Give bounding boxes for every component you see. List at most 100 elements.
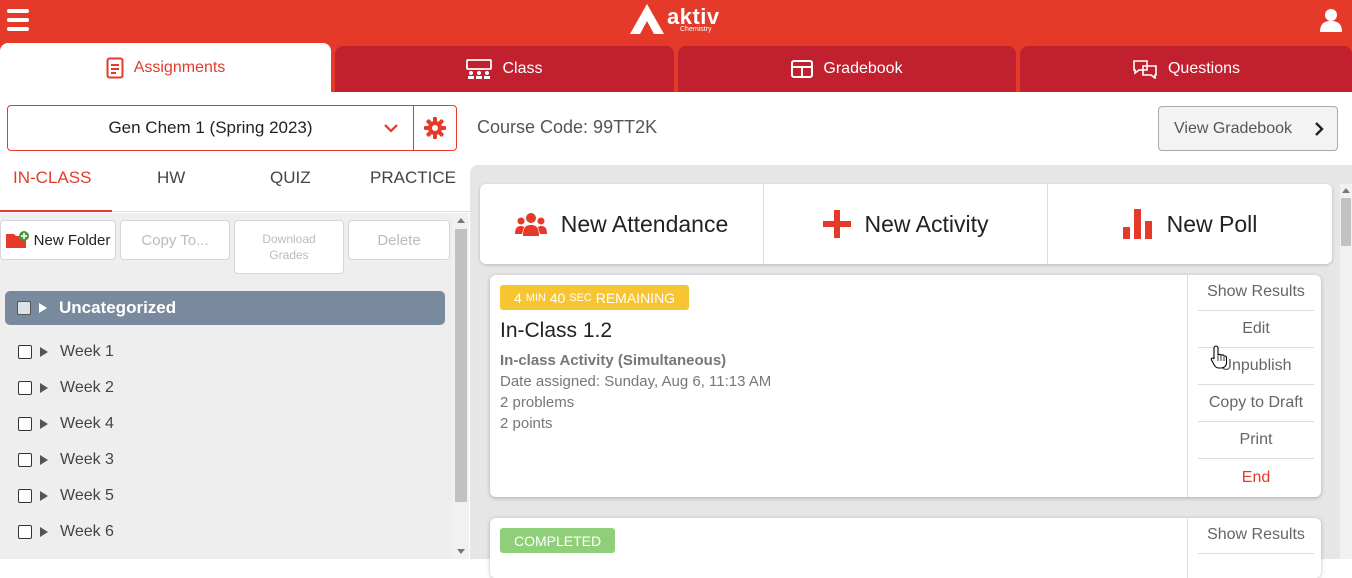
document-icon bbox=[106, 57, 124, 78]
folder-checkbox[interactable] bbox=[18, 345, 32, 359]
expand-arrow-icon[interactable] bbox=[40, 419, 48, 429]
new-attendance-label: New Attendance bbox=[560, 210, 729, 237]
expand-arrow-icon[interactable] bbox=[40, 491, 48, 501]
assignment-type-tabs: IN-CLASS HW QUIZ PRACTICE bbox=[0, 160, 470, 212]
course-select[interactable]: Gen Chem 1 (Spring 2023) bbox=[7, 105, 414, 151]
folder-name: Week 4 bbox=[60, 415, 114, 432]
new-poll-label: New Poll bbox=[1166, 210, 1258, 237]
expand-arrow-icon[interactable] bbox=[40, 383, 48, 393]
folder-checkbox[interactable] bbox=[18, 381, 32, 395]
subtab-in-class[interactable]: IN-CLASS bbox=[13, 168, 91, 188]
folder-name: Week 2 bbox=[60, 379, 114, 396]
folder-row[interactable]: Week 3 bbox=[0, 443, 445, 477]
folder-row[interactable]: Week 1 bbox=[0, 335, 445, 369]
assignment-actions: Show Results bbox=[1187, 518, 1321, 578]
edit-button[interactable]: Edit bbox=[1198, 311, 1314, 348]
assignment-problems: 2 problems bbox=[500, 394, 575, 411]
user-profile-icon[interactable] bbox=[1320, 8, 1342, 32]
create-actions-bar: New Attendance New Activity New Poll bbox=[480, 184, 1332, 264]
completed-badge: COMPLETED bbox=[500, 528, 616, 553]
plus-icon bbox=[822, 210, 851, 238]
scroll-down-arrow-icon[interactable] bbox=[457, 549, 465, 554]
download-grades-label-line2: Grades bbox=[269, 248, 309, 262]
badge-seconds-unit: SEC bbox=[569, 291, 592, 304]
copy-to-draft-button[interactable]: Copy to Draft bbox=[1198, 385, 1314, 422]
folder-name: Week 6 bbox=[60, 523, 114, 540]
assignment-date: Date assigned: Sunday, Aug 6, 11:13 AM bbox=[500, 373, 772, 390]
folder-add-icon bbox=[5, 231, 29, 248]
subtab-practice[interactable]: PRACTICE bbox=[370, 168, 456, 188]
tab-label: Gradebook bbox=[823, 60, 903, 77]
aktiv-logo-mark-icon bbox=[630, 4, 664, 34]
bar-chart-icon bbox=[1122, 209, 1152, 239]
tab-assignments[interactable]: Assignments bbox=[0, 43, 331, 92]
folder-name: Week 5 bbox=[60, 487, 114, 504]
new-activity-label: New Activity bbox=[864, 210, 989, 237]
assignment-title[interactable]: In-Class 1.2 bbox=[500, 319, 612, 343]
folder-checkbox[interactable] bbox=[18, 417, 32, 431]
badge-remaining: REMAINING bbox=[595, 289, 676, 306]
show-results-button[interactable]: Show Results bbox=[1198, 518, 1314, 554]
expand-arrow-icon[interactable] bbox=[40, 455, 48, 465]
view-gradebook-label: View Gradebook bbox=[1174, 119, 1292, 137]
folder-row[interactable]: Week 4 bbox=[0, 407, 445, 441]
course-code: Course Code: 99TT2K bbox=[477, 117, 658, 137]
folder-name: Uncategorized bbox=[59, 298, 177, 317]
expand-arrow-icon[interactable] bbox=[40, 527, 48, 537]
aktiv-logo[interactable]: aktiv Chemistry bbox=[630, 4, 730, 36]
tab-class[interactable]: Class bbox=[335, 46, 674, 92]
folder-row-uncategorized[interactable]: Uncategorized bbox=[5, 291, 445, 325]
tab-questions[interactable]: Questions bbox=[1020, 46, 1352, 92]
folder-checkbox[interactable] bbox=[17, 301, 31, 315]
assignment-type: In-class Activity (Simultaneous) bbox=[500, 352, 727, 369]
course-settings-button[interactable] bbox=[413, 105, 457, 151]
active-subtab-indicator bbox=[0, 210, 112, 212]
expand-arrow-icon[interactable] bbox=[40, 347, 48, 357]
scrollbar-thumb[interactable] bbox=[455, 229, 467, 502]
chat-bubbles-icon bbox=[1133, 60, 1157, 79]
gear-icon bbox=[424, 117, 446, 139]
expand-arrow-icon[interactable] bbox=[39, 303, 47, 313]
delete-label: Delete bbox=[377, 231, 421, 249]
folder-row[interactable]: Week 6 bbox=[0, 515, 445, 549]
badge-minutes-unit: MIN bbox=[525, 291, 546, 304]
download-grades-button[interactable]: Download Grades bbox=[234, 220, 344, 274]
scrollbar-thumb[interactable] bbox=[1341, 198, 1351, 246]
menu-icon[interactable] bbox=[7, 9, 29, 31]
download-grades-label-line1: Download bbox=[262, 232, 316, 246]
print-button[interactable]: Print bbox=[1198, 422, 1314, 459]
view-gradebook-button[interactable]: View Gradebook bbox=[1158, 106, 1338, 151]
folder-checkbox[interactable] bbox=[18, 525, 32, 539]
subtab-quiz[interactable]: QUIZ bbox=[270, 168, 311, 188]
copy-to-label: Copy To... bbox=[141, 231, 209, 249]
page-scrollbar[interactable] bbox=[1340, 184, 1352, 559]
badge-minutes: 4 bbox=[514, 289, 522, 306]
subtab-hw[interactable]: HW bbox=[157, 168, 185, 188]
scroll-up-arrow-icon[interactable] bbox=[1342, 188, 1350, 193]
tab-label: Class bbox=[502, 60, 543, 77]
assignment-card: COMPLETED Show Results bbox=[490, 518, 1321, 578]
folder-checkbox[interactable] bbox=[18, 453, 32, 467]
delete-button[interactable]: Delete bbox=[348, 220, 450, 260]
top-bar: aktiv Chemistry bbox=[0, 0, 1352, 43]
folder-row[interactable]: Week 2 bbox=[0, 371, 445, 405]
new-poll-button[interactable]: New Poll bbox=[1048, 184, 1332, 264]
time-remaining-badge: 4 MIN 40 SEC REMAINING bbox=[500, 285, 690, 310]
classroom-icon bbox=[466, 59, 493, 79]
new-activity-button[interactable]: New Activity bbox=[764, 184, 1047, 264]
tab-gradebook[interactable]: Gradebook bbox=[678, 46, 1016, 92]
chevron-right-icon bbox=[1315, 122, 1324, 136]
new-folder-button[interactable]: New Folder bbox=[0, 220, 116, 260]
tab-label: Questions bbox=[1167, 60, 1241, 77]
assignment-card: 4 MIN 40 SEC REMAINING In-Class 1.2 In-c… bbox=[490, 275, 1321, 497]
folder-row[interactable]: Week 5 bbox=[0, 479, 445, 513]
new-attendance-button[interactable]: New Attendance bbox=[480, 184, 763, 264]
assignment-actions: Show Results Edit Unpublish Copy to Draf… bbox=[1187, 275, 1321, 497]
folder-scrollbar[interactable] bbox=[453, 213, 469, 559]
folder-checkbox[interactable] bbox=[18, 489, 32, 503]
show-results-button[interactable]: Show Results bbox=[1198, 275, 1314, 311]
end-button[interactable]: End bbox=[1198, 459, 1314, 496]
folder-name: Week 3 bbox=[60, 451, 114, 468]
copy-to-button[interactable]: Copy To... bbox=[120, 220, 230, 260]
scroll-up-arrow-icon[interactable] bbox=[457, 218, 465, 223]
